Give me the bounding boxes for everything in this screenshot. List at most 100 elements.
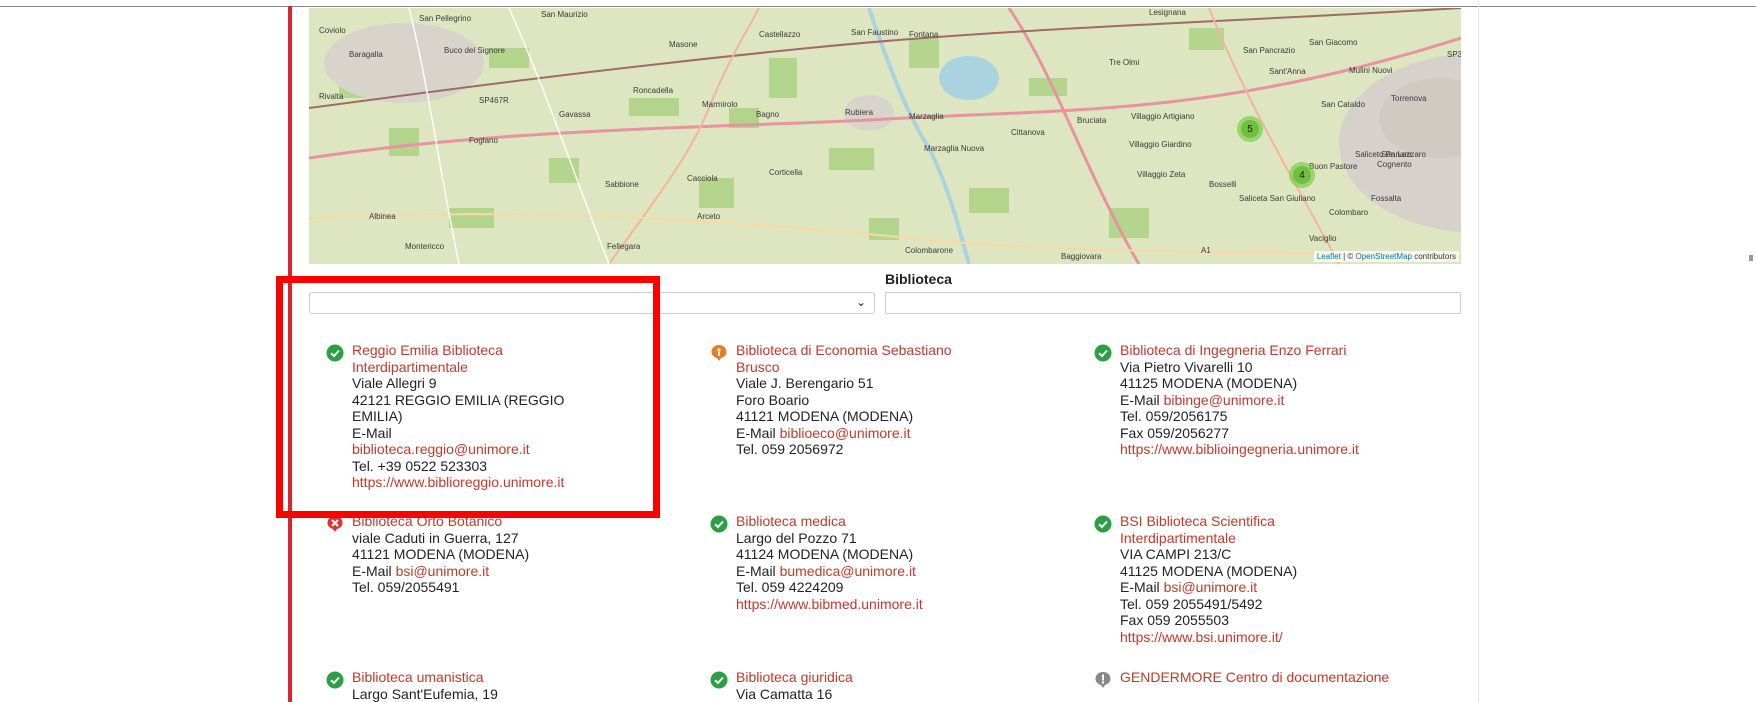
map-label: Villaggio Zeta <box>1137 170 1186 179</box>
annotation-highlight-box <box>276 276 660 518</box>
map-label: Arceto <box>697 212 721 221</box>
map-label: Cittanova <box>1011 128 1045 137</box>
map-label: Villaggio Giardino <box>1129 140 1192 149</box>
email-row: E-Mail bsi@unimore.it <box>1120 579 1354 596</box>
map-label: Sant'Anna <box>1269 67 1306 76</box>
map-label: Rivalta <box>319 92 344 101</box>
address-line: 41121 MODENA (MODENA) <box>736 408 914 424</box>
attribution-separator: | © <box>1340 252 1356 261</box>
library-map[interactable]: Coviolo San Pellegrino San Maurizio Maso… <box>309 8 1461 264</box>
library-name-link[interactable]: Biblioteca medica <box>736 513 1010 530</box>
top-divider <box>0 6 1756 7</box>
map-label: Coviolo <box>319 26 346 35</box>
library-card: Biblioteca di Economia Sebastiano Brusco… <box>710 342 990 458</box>
email-link[interactable]: biblioeco@unimore.it <box>780 425 911 441</box>
map-label: San Pellegrino <box>419 14 472 23</box>
website-link[interactable]: https://www.biblioingegneria.unimore.it <box>1120 441 1384 458</box>
map-label: Marzaglia <box>909 112 944 121</box>
map-label: Foglano <box>469 136 498 145</box>
phone-text: Tel. 059 4224209 <box>736 579 844 595</box>
biblioteca-search-input[interactable] <box>885 292 1461 314</box>
library-card: Biblioteca di Ingegneria Enzo Ferrari Via… <box>1094 342 1384 458</box>
map-label: San Faustino <box>851 28 899 37</box>
map-label: Saliceta San Giuliano <box>1239 194 1316 203</box>
map-label: Fellegara <box>607 242 641 251</box>
library-name-link[interactable]: Biblioteca di Economia Sebastiano Brusco <box>736 342 990 375</box>
address-line: 41125 MODENA (MODENA) <box>1120 375 1298 391</box>
map-label: Colombarone <box>905 246 954 255</box>
map-label: Marmirolo <box>702 100 738 109</box>
map-label: Montericco <box>405 242 445 251</box>
map-label: SP467R <box>479 96 509 105</box>
library-name-link[interactable]: GENDERMORE Centro di documentazione <box>1120 669 1394 686</box>
email-row: E-Mail bsi@unimore.it <box>352 563 626 580</box>
address-line: Via Pietro Vivarelli 10 <box>1120 358 1253 375</box>
map-label: San Cataldo <box>1321 100 1366 109</box>
map-label: Tre Olmi <box>1109 58 1140 67</box>
chevron-down-icon: ⌄ <box>855 295 866 309</box>
map-label: Bagno <box>756 110 780 119</box>
address-line: Viale J. Berengario 51 <box>736 375 874 391</box>
phone-text: Tel. 059 2055491/5492 <box>1120 595 1263 612</box>
cluster-count: 4 <box>1293 166 1311 184</box>
address-line: 41121 MODENA (MODENA) <box>352 546 530 562</box>
check-circle-icon <box>710 671 728 689</box>
address-line: viale Caduti in Guerra, 127 <box>352 529 519 546</box>
email-link[interactable]: bsi@unimore.it <box>396 563 490 579</box>
map-label: Saliceto Panaro <box>1355 150 1412 159</box>
map-cluster-marker[interactable]: 4 <box>1289 162 1315 188</box>
address-line: 41124 MODENA (MODENA) <box>736 546 914 562</box>
website-link[interactable]: https://www.bsi.unimore.it/ <box>1120 629 1354 646</box>
address-line: Largo Sant'Eufemia, 19 <box>352 685 498 702</box>
map-label: Mulini Nuovi <box>1349 66 1393 75</box>
map-label: Baggiovara <box>1061 252 1102 261</box>
map-label: Roncadella <box>633 86 674 95</box>
address-line: VIA CAMPI 213/C <box>1120 546 1232 562</box>
email-row: E-Mail bibinge@unimore.it <box>1120 392 1384 409</box>
email-label: E-Mail <box>736 562 776 579</box>
check-circle-icon <box>326 671 344 689</box>
info-pin-icon <box>1094 671 1112 689</box>
email-row: E-Mail biblioeco@unimore.it <box>736 425 990 442</box>
osm-link[interactable]: OpenStreetMap <box>1355 252 1411 261</box>
biblioteca-filter-label: Biblioteca <box>885 271 952 287</box>
map-label: Masone <box>669 40 698 49</box>
map-label: Lesignana <box>1149 8 1186 17</box>
check-circle-icon <box>1094 344 1112 362</box>
library-name-link[interactable]: Biblioteca giuridica <box>736 669 1010 686</box>
email-link[interactable]: bibinge@unimore.it <box>1164 392 1285 408</box>
email-link[interactable]: bsi@unimore.it <box>1164 579 1258 595</box>
address-line: Largo del Pozzo 71 <box>736 529 857 546</box>
attribution-suffix: contributors <box>1411 252 1456 261</box>
library-card: BSI Biblioteca Scientifica Interdipartim… <box>1094 513 1354 645</box>
email-link[interactable]: bumedica@unimore.it <box>780 563 916 579</box>
cluster-count: 5 <box>1241 120 1259 138</box>
map-label: Cacciola <box>687 174 718 183</box>
map-cluster-marker[interactable]: 5 <box>1237 116 1263 142</box>
library-card: GENDERMORE Centro di documentazione <box>1094 669 1394 689</box>
map-label: Bosselli <box>1209 180 1237 189</box>
map-label: Colombaro <box>1329 208 1369 217</box>
leaflet-link[interactable]: Leaflet <box>1317 252 1341 261</box>
check-circle-icon <box>710 515 728 533</box>
library-name-link[interactable]: BSI Biblioteca Scientifica Interdipartim… <box>1120 513 1354 546</box>
map-label: Buco del Signore <box>444 46 505 55</box>
partial-access-icon <box>710 344 728 362</box>
map-label: Corticella <box>769 168 803 177</box>
map-label: Buon Pastore <box>1309 162 1358 171</box>
email-label: E-Mail <box>1120 579 1160 595</box>
library-name-link[interactable]: Biblioteca umanistica <box>352 669 626 686</box>
email-label: E-Mail <box>736 424 776 441</box>
map-label: Vaciglio <box>1309 234 1337 243</box>
fax-text: Fax 059 2055503 <box>1120 612 1229 628</box>
website-link[interactable]: https://www.bibmed.unimore.it <box>736 596 1010 613</box>
map-label: Fossalta <box>1371 194 1402 203</box>
map-label: Cognento <box>1377 160 1412 169</box>
map-label: Albinea <box>369 212 396 221</box>
map-label: Torrenova <box>1391 94 1427 103</box>
library-card: Biblioteca medica Largo del Pozzo 71 41124… <box>710 513 1010 612</box>
library-name-link[interactable]: Biblioteca di Ingegneria Enzo Ferrari <box>1120 342 1384 359</box>
library-card: Biblioteca umanistica Largo Sant'Eufemia,… <box>326 669 626 702</box>
map-label: Villaggio Artigiano <box>1131 112 1195 121</box>
check-circle-icon <box>1094 515 1112 533</box>
